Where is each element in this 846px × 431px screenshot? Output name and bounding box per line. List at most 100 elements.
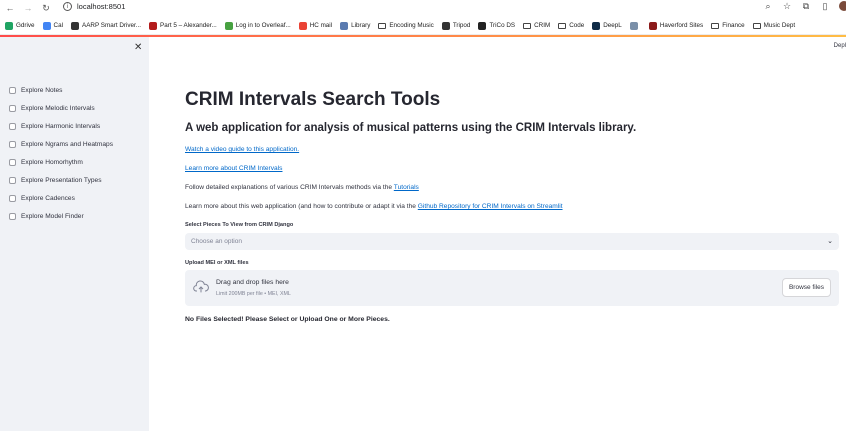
folder-icon xyxy=(711,22,720,29)
reload-icon[interactable]: ↻ xyxy=(40,2,52,14)
github-text: Learn more about this web application (a… xyxy=(185,203,416,210)
bookmark-item[interactable]: AARP Smart Driver... xyxy=(71,21,141,30)
bookmark-item[interactable]: Haverford Sites xyxy=(648,21,704,30)
sidebar: ✕ Explore Notes Explore Melodic Intervals… xyxy=(0,37,149,431)
favicon-icon xyxy=(478,21,487,30)
upload-label: Upload MEI or XML files xyxy=(185,260,249,266)
bookmark-item[interactable]: Part 5 – Alexander... xyxy=(149,21,217,30)
checkbox[interactable] xyxy=(9,122,16,130)
select-pieces-dropdown[interactable]: Choose an option ⌄ xyxy=(185,233,839,250)
cloud-upload-icon xyxy=(193,280,209,293)
bookmark-item[interactable]: Cal xyxy=(42,21,63,30)
checkbox[interactable] xyxy=(9,194,16,202)
favicon-icon xyxy=(42,21,51,30)
video-guide-paragraph: Watch a video guide to this application. xyxy=(185,146,299,153)
bookmark-label: Music Dept xyxy=(763,22,796,29)
bookmark-label: Code xyxy=(569,22,585,29)
file-dropzone[interactable]: Drag and drop files here Limit 200MB per… xyxy=(185,270,839,306)
forward-icon[interactable]: → xyxy=(22,2,34,14)
bookmark-label: CRIM xyxy=(534,22,551,29)
favicon-icon xyxy=(224,21,233,30)
folder-icon xyxy=(378,22,387,29)
video-guide-link[interactable]: Watch a video guide to this application. xyxy=(185,146,299,153)
favicon-icon xyxy=(629,21,638,30)
bookmarks-bar: Gdrive Cal AARP Smart Driver... Part 5 – Al… xyxy=(0,17,846,35)
sidebar-checkbox-item[interactable]: Explore Melodic Intervals xyxy=(9,99,113,117)
favicon-icon xyxy=(340,21,349,30)
checkbox-label: Explore Cadences xyxy=(21,194,75,202)
bookmark-label: Haverford Sites xyxy=(659,22,704,29)
browser-toolbar: ← → ↻ i localhost:8501 ⌕ ☆ ⧉ ▯ xyxy=(0,0,846,16)
sidebar-checkbox-item[interactable]: Explore Homorhythm xyxy=(9,153,113,171)
checkbox-label: Explore Homorhythm xyxy=(21,158,83,166)
checkbox[interactable] xyxy=(9,104,16,112)
checkbox[interactable] xyxy=(9,140,16,148)
bookmark-label: TriCo DS xyxy=(489,22,516,29)
favicon-icon xyxy=(71,21,79,30)
bookmark-item[interactable]: Finance xyxy=(711,22,745,29)
bookmark-item[interactable]: Encoding Music xyxy=(378,22,434,29)
bookmark-item[interactable]: Log in to Overleaf... xyxy=(224,21,291,30)
close-sidebar-icon[interactable]: ✕ xyxy=(134,42,142,53)
side-panel-icon[interactable]: ▯ xyxy=(820,1,830,11)
bookmark-item[interactable]: CRIM xyxy=(523,22,550,29)
browse-files-button[interactable]: Browse files xyxy=(781,278,831,297)
site-info-icon[interactable]: i xyxy=(63,2,72,11)
checkbox-label: Explore Notes xyxy=(21,86,63,94)
bookmark-item[interactable]: Code xyxy=(558,22,584,29)
bookmark-label: Part 5 – Alexander... xyxy=(160,22,217,29)
address-bar[interactable]: localhost:8501 xyxy=(77,2,125,11)
extensions-icon[interactable]: ⧉ xyxy=(801,1,811,11)
tutorials-link[interactable]: Tutorials xyxy=(394,184,419,191)
dropzone-limit: Limit 200MB per file • MEI, XML xyxy=(216,291,291,297)
bookmark-label: Finance xyxy=(722,22,745,29)
checkbox-label: Explore Harmonic Intervals xyxy=(21,122,101,130)
sidebar-checkbox-item[interactable]: Explore Notes xyxy=(9,81,113,99)
bookmark-star-icon[interactable]: ☆ xyxy=(782,1,792,11)
checkbox[interactable] xyxy=(9,158,16,166)
bookmark-item[interactable]: Gdrive xyxy=(5,21,35,30)
checkbox[interactable] xyxy=(9,86,16,94)
favicon-icon xyxy=(441,21,450,30)
favicon-icon xyxy=(149,21,158,30)
sidebar-checkbox-list: Explore Notes Explore Melodic Intervals Ex… xyxy=(9,81,113,225)
bookmark-item[interactable]: Library xyxy=(340,21,371,30)
bookmark-label: HC mail xyxy=(309,22,333,29)
select-pieces-label: Select Pieces To View from CRIM Django xyxy=(185,222,294,228)
sidebar-checkbox-item[interactable]: Explore Presentation Types xyxy=(9,171,113,189)
bookmark-item[interactable]: Tripod xyxy=(441,21,470,30)
learn-more-link[interactable]: Learn more about CRIM Intervals xyxy=(185,165,282,172)
sidebar-checkbox-item[interactable]: Explore Cadences xyxy=(9,189,113,207)
bookmark-item[interactable]: TriCo DS xyxy=(478,21,516,30)
bookmark-label: Gdrive xyxy=(16,22,35,29)
sidebar-checkbox-item[interactable]: Explore Ngrams and Heatmaps xyxy=(9,135,113,153)
checkbox[interactable] xyxy=(9,212,16,220)
back-icon[interactable]: ← xyxy=(4,2,16,14)
main-content: CRIM Intervals Search Tools A web applic… xyxy=(185,88,839,323)
bookmark-label: Library xyxy=(351,22,371,29)
favicon-icon xyxy=(592,21,601,30)
tutorials-paragraph: Follow detailed explanations of various … xyxy=(185,184,419,191)
select-placeholder: Choose an option xyxy=(191,238,242,245)
learn-more-paragraph: Learn more about CRIM Intervals xyxy=(185,165,282,172)
bookmark-label: Encoding Music xyxy=(389,22,434,29)
checkbox[interactable] xyxy=(9,176,16,184)
page-subtitle: A web application for analysis of musica… xyxy=(185,122,637,134)
bookmark-item[interactable]: Music Dept xyxy=(752,22,796,29)
zoom-icon[interactable]: ⌕ xyxy=(763,1,773,11)
bookmark-item[interactable] xyxy=(629,21,641,30)
profile-avatar[interactable] xyxy=(839,1,846,11)
favicon-icon xyxy=(5,21,13,30)
folder-icon xyxy=(558,22,567,29)
checkbox-label: Explore Melodic Intervals xyxy=(21,104,95,112)
bookmark-item[interactable]: DeepL xyxy=(592,21,622,30)
bookmark-label: Log in to Overleaf... xyxy=(235,22,291,29)
deploy-button[interactable]: Depl xyxy=(834,43,846,49)
sidebar-checkbox-item[interactable]: Explore Model Finder xyxy=(9,207,113,225)
github-link[interactable]: Github Repository for CRIM Intervals on … xyxy=(418,203,563,210)
sidebar-checkbox-item[interactable]: Explore Harmonic Intervals xyxy=(9,117,113,135)
tutorials-text: Follow detailed explanations of various … xyxy=(185,184,393,191)
folder-icon xyxy=(523,22,532,29)
page-title: CRIM Intervals Search Tools xyxy=(185,89,441,110)
bookmark-item[interactable]: HC mail xyxy=(298,21,333,30)
